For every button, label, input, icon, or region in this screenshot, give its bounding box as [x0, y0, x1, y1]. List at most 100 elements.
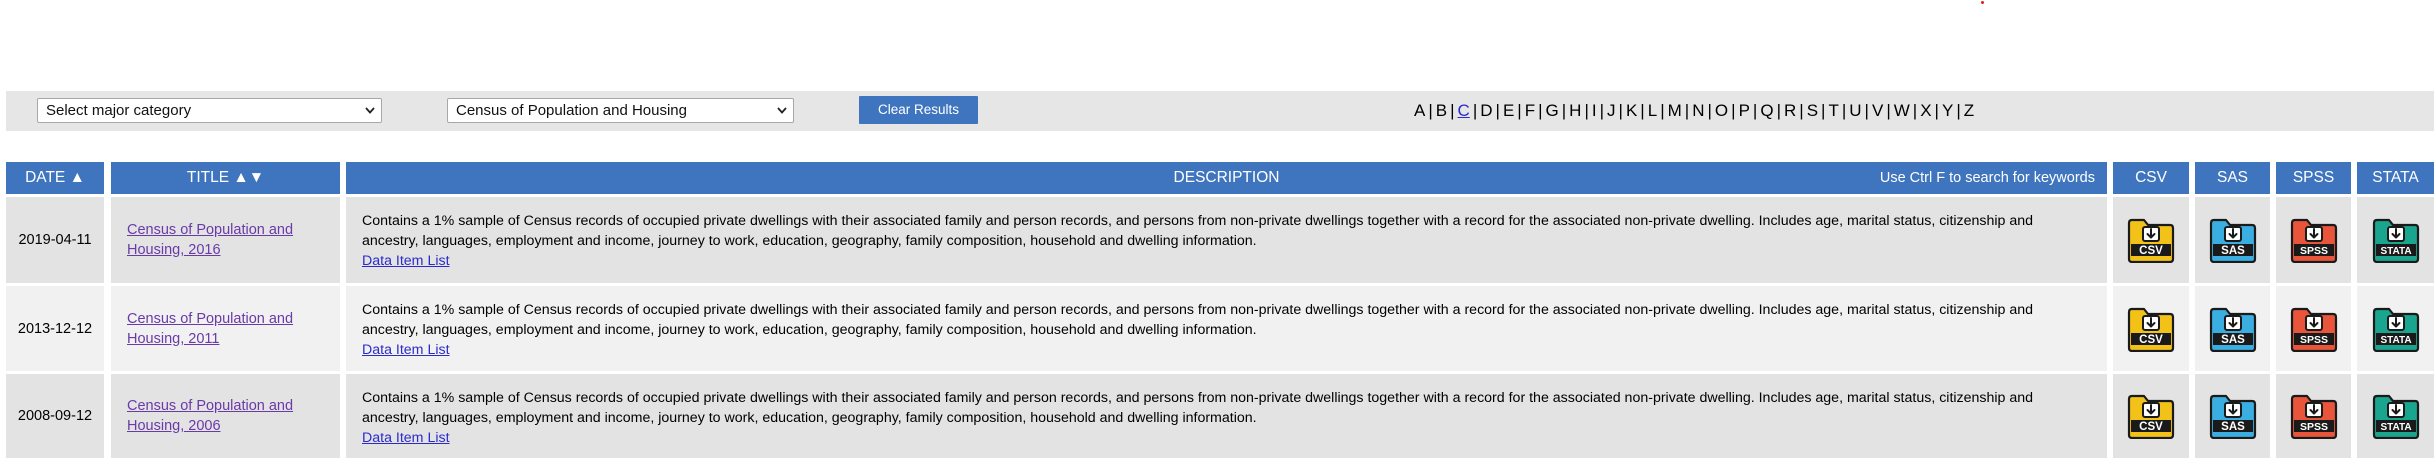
alphabet-letter-p[interactable]: P: [1739, 101, 1750, 120]
row-description: Contains a 1% sample of Census records o…: [362, 302, 2034, 338]
svg-text:CSV: CSV: [2139, 334, 2163, 346]
filter-bar: Select major category Census of Populati…: [6, 91, 2434, 131]
alphabet-letter-l[interactable]: L: [1648, 101, 1657, 120]
dataset-title-link[interactable]: Census of Population and Housing, 2006: [127, 396, 330, 436]
category-select[interactable]: Select major category: [37, 98, 382, 123]
alphabet-letter-n[interactable]: N: [1692, 101, 1704, 120]
csv-cell: CSV: [2113, 374, 2189, 458]
alphabet-letter-b[interactable]: B: [1436, 101, 1447, 120]
sas-cell: SAS: [2195, 374, 2270, 458]
stata-file-download-icon[interactable]: STATA: [2371, 306, 2421, 352]
dataset-select-value: Census of Population and Housing: [456, 102, 687, 119]
alphabet-separator: |: [1731, 101, 1736, 120]
spss-file-download-icon[interactable]: SPSS: [2289, 306, 2339, 352]
alphabet-letter-k[interactable]: K: [1626, 101, 1637, 120]
alphabet-separator: |: [1584, 101, 1589, 120]
alphabet-separator: |: [1640, 101, 1645, 120]
dataset-title-link[interactable]: Census of Population and Housing, 2016: [127, 220, 330, 260]
alphabet-letter-r[interactable]: R: [1784, 101, 1796, 120]
alphabet-separator: |: [1821, 101, 1826, 120]
alphabet-separator: |: [1599, 101, 1605, 120]
row-date: 2013-12-12: [6, 286, 104, 371]
row-date: 2019-04-11: [6, 197, 104, 283]
svg-text:SPSS: SPSS: [2299, 334, 2327, 346]
alphabet-separator: |: [1517, 101, 1522, 120]
sas-cell: SAS: [2195, 286, 2270, 371]
stata-file-download-icon[interactable]: STATA: [2371, 393, 2421, 439]
data-item-list-link[interactable]: Data Item List: [362, 251, 450, 271]
header-description: DESCRIPTION Use Ctrl F to search for key…: [346, 162, 2107, 194]
spss-file-download-icon[interactable]: SPSS: [2289, 217, 2339, 263]
alphabet-separator: |: [1956, 101, 1961, 120]
svg-text:SPSS: SPSS: [2299, 421, 2327, 433]
alphabet-letter-i[interactable]: I: [1592, 101, 1597, 120]
search-hint: Use Ctrl F to search for keywords: [1879, 170, 2095, 186]
dataset-title-link[interactable]: Census of Population and Housing, 2011: [127, 309, 330, 349]
category-select-value: Select major category: [46, 102, 192, 119]
alphabet-separator: |: [1618, 101, 1623, 120]
alphabet-separator: |: [1912, 101, 1918, 120]
sas-cell: SAS: [2195, 197, 2270, 283]
svg-text:SAS: SAS: [2221, 334, 2245, 346]
alphabet-separator: |: [1428, 101, 1433, 120]
clear-results-button[interactable]: Clear Results: [859, 96, 978, 124]
header-title[interactable]: TITLE ▲▼: [111, 162, 340, 194]
row-description: Contains a 1% sample of Census records o…: [362, 213, 2034, 249]
alphabet-letter-h[interactable]: H: [1569, 101, 1581, 120]
alphabet-separator: |: [1934, 101, 1939, 120]
alphabet-letter-q[interactable]: Q: [1760, 101, 1773, 120]
header-stata: STATA: [2357, 162, 2434, 194]
alphabet-letter-a[interactable]: A: [1414, 101, 1425, 120]
svg-text:STATA: STATA: [2380, 246, 2411, 257]
header-date[interactable]: DATE ▲: [6, 162, 104, 194]
csv-file-download-icon[interactable]: CSV: [2126, 306, 2176, 352]
alphabet-letter-m[interactable]: M: [1668, 101, 1682, 120]
alphabet-separator: |: [1776, 101, 1781, 120]
alphabet-letter-s[interactable]: S: [1807, 101, 1818, 120]
stata-file-download-icon[interactable]: STATA: [2371, 217, 2421, 263]
stata-cell: STATA: [2357, 197, 2434, 283]
row-title-cell: Census of Population and Housing, 2016: [111, 197, 340, 283]
alphabet-letter-w[interactable]: W: [1894, 101, 1910, 120]
header-csv: CSV: [2113, 162, 2189, 194]
alphabet-letter-j[interactable]: J: [1607, 101, 1616, 120]
alphabet-separator: |: [1886, 101, 1891, 120]
alphabet-separator: |: [1752, 101, 1758, 120]
alphabet-letter-g[interactable]: G: [1546, 101, 1559, 120]
alphabet-letter-y[interactable]: Y: [1942, 101, 1953, 120]
alphabet-separator: |: [1660, 101, 1665, 120]
spss-file-download-icon[interactable]: SPSS: [2289, 393, 2339, 439]
stata-cell: STATA: [2357, 374, 2434, 458]
alphabet-separator: |: [1684, 101, 1690, 120]
alphabet-letter-v[interactable]: V: [1872, 101, 1883, 120]
stata-cell: STATA: [2357, 286, 2434, 371]
sas-file-download-icon[interactable]: SAS: [2208, 393, 2258, 439]
dataset-select[interactable]: Census of Population and Housing: [447, 98, 794, 123]
alphabet-letter-f[interactable]: F: [1525, 101, 1535, 120]
alphabet-letter-t[interactable]: T: [1828, 101, 1838, 120]
csv-file-download-icon[interactable]: CSV: [2126, 217, 2176, 263]
csv-file-download-icon[interactable]: CSV: [2126, 393, 2176, 439]
svg-text:SAS: SAS: [2221, 421, 2245, 433]
header-spss: SPSS: [2276, 162, 2351, 194]
alphabet-letter-c[interactable]: C: [1458, 101, 1470, 120]
data-item-list-link[interactable]: Data Item List: [362, 428, 450, 448]
alphabet-separator: |: [1841, 101, 1847, 120]
row-title-cell: Census of Population and Housing, 2011: [111, 286, 340, 371]
row-description-cell: Contains a 1% sample of Census records o…: [346, 374, 2107, 458]
alphabet-separator: |: [1799, 101, 1804, 120]
sas-file-download-icon[interactable]: SAS: [2208, 217, 2258, 263]
alphabet-letter-e[interactable]: E: [1503, 101, 1514, 120]
alphabet-separator: |: [1538, 101, 1543, 120]
row-description-cell: Contains a 1% sample of Census records o…: [346, 197, 2107, 283]
alphabet-letter-o[interactable]: O: [1715, 101, 1728, 120]
sas-file-download-icon[interactable]: SAS: [2208, 306, 2258, 352]
csv-cell: CSV: [2113, 286, 2189, 371]
alphabet-nav: A | B | C | D | E | F | G | H | I | J | K | L | M | N | O | P | Q | R | S | T |…: [1414, 101, 1974, 121]
alphabet-letter-z[interactable]: Z: [1964, 101, 1974, 120]
alphabet-letter-u[interactable]: U: [1849, 101, 1861, 120]
data-item-list-link[interactable]: Data Item List: [362, 340, 450, 360]
alphabet-letter-d[interactable]: D: [1480, 101, 1492, 120]
alphabet-letter-x[interactable]: X: [1920, 101, 1931, 120]
svg-text:CSV: CSV: [2139, 245, 2163, 257]
